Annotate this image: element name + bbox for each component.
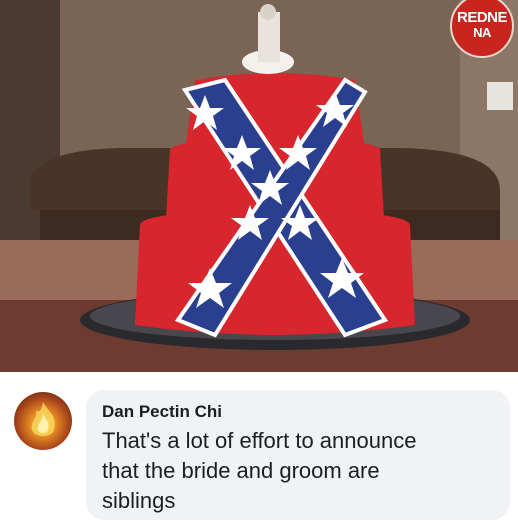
comment-text: That's a lot of effort to announce that … <box>102 426 498 516</box>
comment-bubble: Dan Pectin Chi That's a lot of effort to… <box>86 390 510 520</box>
watermark-line1: REDNE <box>456 9 508 26</box>
watermark-line2: NA <box>473 25 491 40</box>
fire-avatar-icon[interactable] <box>14 392 72 450</box>
comment-text-line: that the bride and groom are <box>102 458 380 483</box>
post-photo[interactable]: REDNE NA <box>0 0 518 372</box>
cake-photo-art <box>0 0 518 372</box>
comment-text-line: That's a lot of effort to announce <box>102 428 417 453</box>
comment-text-line: siblings <box>102 488 176 513</box>
comment-author[interactable]: Dan Pectin Chi <box>102 402 498 422</box>
comment: Dan Pectin Chi That's a lot of effort to… <box>0 372 518 523</box>
